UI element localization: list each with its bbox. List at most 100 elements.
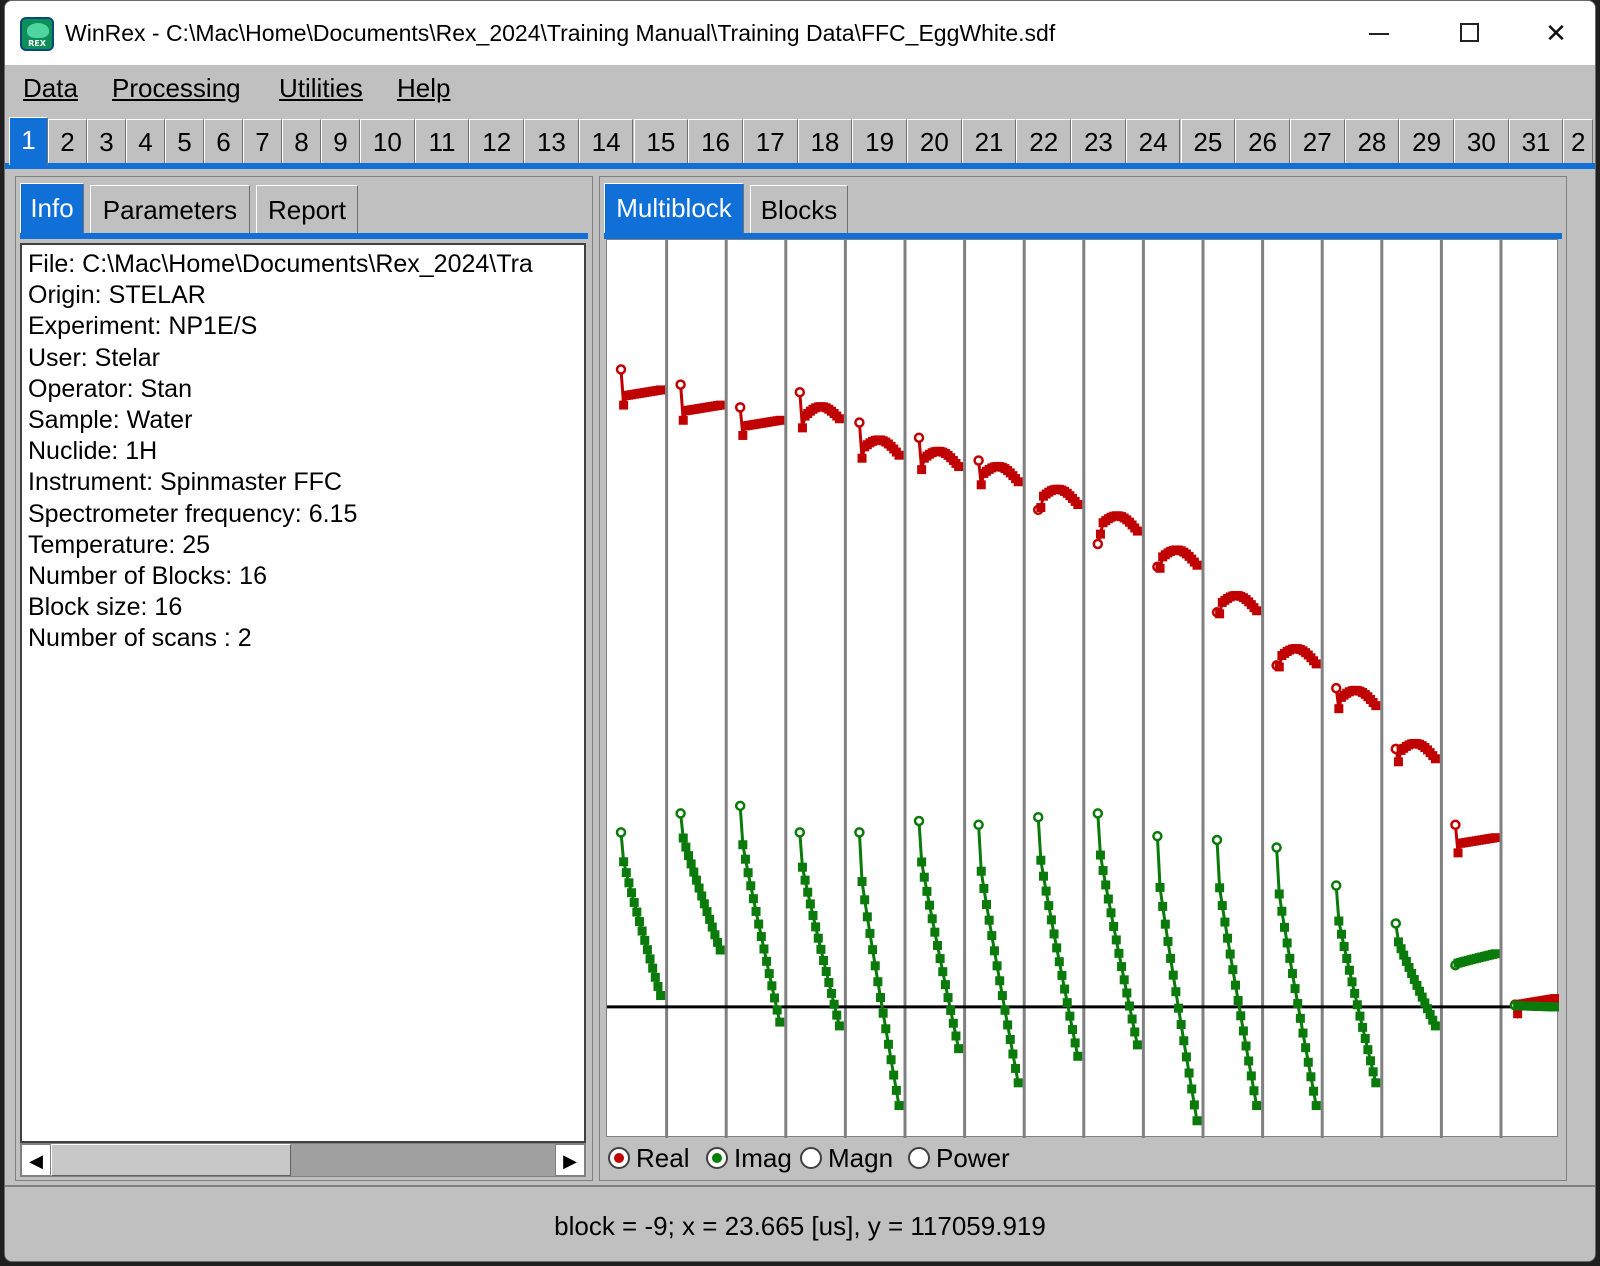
block-tab-28[interactable]: 28: [1344, 119, 1400, 163]
imag-point: [1215, 883, 1225, 893]
block-tab-17[interactable]: 17: [742, 119, 798, 163]
real-point: [917, 465, 927, 475]
block-tab-25[interactable]: 25: [1180, 119, 1236, 163]
radio-icon[interactable]: [908, 1147, 930, 1169]
close-button[interactable]: ✕: [1521, 11, 1591, 55]
real-first-point: [615, 364, 627, 375]
scroll-left-icon[interactable]: ◀: [21, 1144, 51, 1176]
imag-point: [1233, 996, 1243, 1006]
multiblock-chart[interactable]: [607, 240, 1559, 1138]
block-tab-1[interactable]: 1: [9, 117, 48, 165]
block-tab-18[interactable]: 18: [797, 119, 853, 163]
tab-parameters[interactable]: Parameters: [90, 185, 250, 235]
block-tab-24[interactable]: 24: [1125, 119, 1181, 163]
imag-point: [1158, 901, 1168, 911]
imag-point: [1358, 1022, 1368, 1032]
radio-icon[interactable]: [706, 1147, 728, 1169]
info-horizontal-scrollbar[interactable]: ◀ ▶: [20, 1143, 586, 1177]
block-tab-31[interactable]: 31: [1508, 119, 1564, 163]
info-text-area[interactable]: File: C:\Mac\Home\Documents\Rex_2024\Tra…: [20, 243, 586, 1143]
scroll-thumb[interactable]: [51, 1144, 291, 1176]
real-point: [1311, 659, 1321, 669]
info-line: Operator: Stan: [28, 374, 192, 403]
imag-point: [754, 919, 764, 929]
block-tab-13[interactable]: 13: [524, 119, 579, 163]
scroll-right-icon[interactable]: ▶: [555, 1144, 585, 1176]
block-tab-21[interactable]: 21: [961, 119, 1017, 163]
real-point: [976, 480, 986, 490]
imag-point: [919, 872, 929, 882]
radio-icon[interactable]: [800, 1147, 822, 1169]
imag-point: [932, 940, 942, 950]
imag-point: [645, 954, 655, 964]
block-tab-22[interactable]: 22: [1016, 119, 1072, 163]
block-tab-14[interactable]: 14: [578, 119, 634, 163]
real-point: [1371, 701, 1381, 711]
block-tab-9[interactable]: 9: [321, 119, 360, 163]
real-point: [1550, 994, 1559, 1004]
maximize-button[interactable]: [1433, 11, 1503, 55]
info-line: Spectrometer frequency: 6.15: [28, 499, 358, 528]
imag-point: [1550, 1002, 1559, 1012]
block-tab-3[interactable]: 3: [87, 119, 126, 163]
imag-point: [1360, 1034, 1370, 1044]
imag-point: [1060, 984, 1070, 994]
imag-point: [746, 881, 756, 891]
block-tab-12[interactable]: 12: [469, 119, 525, 163]
imag-point: [1252, 1101, 1262, 1111]
menu-data[interactable]: Data: [23, 73, 78, 104]
block-tab-10[interactable]: 10: [360, 119, 415, 163]
real-point: [954, 462, 964, 472]
minimize-button[interactable]: [1343, 11, 1413, 55]
plot-pane: Multiblock Blocks Real Imag Magn Power: [599, 176, 1567, 1181]
block-tab-11[interactable]: 11: [414, 119, 470, 163]
block-tab-29[interactable]: 29: [1399, 119, 1454, 163]
block-tab-15[interactable]: 15: [633, 119, 689, 163]
menu-utilities[interactable]: Utilities: [279, 73, 363, 104]
imag-point: [808, 910, 818, 920]
block-tab-7[interactable]: 7: [243, 119, 282, 163]
imag-point: [1132, 1040, 1142, 1050]
block-tab-20[interactable]: 20: [907, 119, 962, 163]
multiblock-plot[interactable]: [606, 239, 1559, 1138]
radio-icon[interactable]: [608, 1147, 630, 1169]
block-tab-16[interactable]: 16: [688, 119, 743, 163]
block-tab-23[interactable]: 23: [1071, 119, 1126, 163]
legend-label: Imag: [734, 1143, 792, 1173]
imag-point: [1181, 1052, 1191, 1062]
tab-multiblock[interactable]: Multiblock: [604, 183, 744, 235]
block-tab-27[interactable]: 27: [1289, 119, 1345, 163]
menu-help[interactable]: Help: [397, 73, 450, 104]
title-bar[interactable]: REX WinRex - C:\Mac\Home\Documents\Rex_2…: [5, 1, 1595, 65]
tab-report[interactable]: Report: [256, 185, 358, 235]
imag-point: [1036, 855, 1046, 865]
real-first-point: [1330, 682, 1342, 694]
imag-point: [1290, 984, 1300, 994]
menu-processing[interactable]: Processing: [112, 73, 241, 104]
imag-point: [951, 1031, 961, 1041]
block-tab-8[interactable]: 8: [282, 119, 321, 163]
block-tab-19[interactable]: 19: [852, 119, 907, 163]
imag-point: [865, 928, 875, 938]
imag-point: [943, 993, 953, 1003]
tab-info[interactable]: Info: [20, 183, 84, 235]
block-tab-4[interactable]: 4: [126, 119, 165, 163]
imag-point: [1005, 1034, 1015, 1044]
block-tab-30[interactable]: 30: [1454, 119, 1509, 163]
info-line: User: Stelar: [28, 343, 160, 372]
block-tab-6[interactable]: 6: [204, 119, 243, 163]
block-tab-32[interactable]: 2: [1563, 119, 1593, 163]
info-line: Nuclide: 1H: [28, 437, 158, 466]
block-tab-5[interactable]: 5: [165, 119, 204, 163]
block-tab-26[interactable]: 26: [1235, 119, 1290, 163]
imag-point: [1368, 1067, 1378, 1077]
imag-point: [1095, 850, 1105, 860]
info-line: Origin: STELAR: [28, 281, 206, 310]
imag-point: [1117, 962, 1127, 972]
imag-point: [1223, 933, 1233, 943]
imag-point: [992, 961, 1002, 971]
imag-point: [1103, 894, 1113, 904]
tab-blocks[interactable]: Blocks: [750, 185, 848, 235]
block-tab-2[interactable]: 2: [48, 119, 87, 163]
real-first-point: [794, 386, 806, 398]
